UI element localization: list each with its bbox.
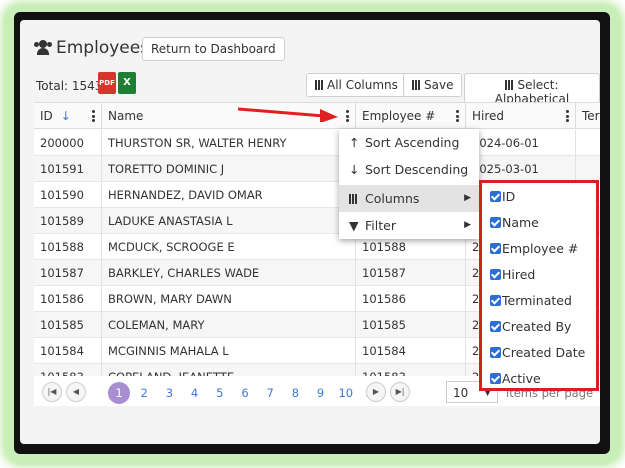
cell-id: 101586 — [34, 286, 102, 312]
cell-employee-number: 101585 — [356, 312, 466, 338]
column-toggle-label: Hired — [502, 267, 536, 282]
checkbox-checked-icon[interactable] — [490, 269, 501, 280]
cell-id: 101589 — [34, 208, 102, 234]
cell-hired: 2024-06-01 — [466, 130, 576, 156]
table-row[interactable]: 101591 TORETTO DOMINIC J 2025-03-01 — [34, 156, 600, 182]
column-toggle[interactable]: Terminated — [490, 293, 572, 308]
page-number[interactable]: 2 — [133, 382, 155, 404]
column-toggle-label: Employee # — [502, 241, 579, 256]
checkbox-checked-icon[interactable] — [490, 243, 501, 254]
column-toggle-label: Active — [502, 371, 541, 386]
all-columns-button[interactable]: All Columns — [306, 73, 407, 97]
column-toggle[interactable]: Employee # — [490, 241, 578, 256]
column-menu-icon[interactable] — [566, 110, 569, 122]
menu-item-sort-descending[interactable]: ↓ Sort Descending — [339, 156, 479, 183]
cell-name: TORETTO DOMINIC J — [102, 156, 356, 182]
page-title: Employees — [56, 38, 150, 58]
columns-icon — [505, 80, 514, 90]
column-header-id[interactable]: ID ↓ — [34, 103, 102, 129]
cell-name: BARKLEY, CHARLES WADE — [102, 260, 356, 286]
total-count: Total: 1543 — [36, 79, 103, 93]
export-excel-icon[interactable]: X — [118, 72, 136, 94]
cell-id: 101587 — [34, 260, 102, 286]
column-header-hired[interactable]: Hired — [466, 103, 576, 129]
filter-icon: ▼ — [349, 218, 359, 233]
users-icon — [34, 40, 52, 56]
column-chooser: ID Name Employee # Hired Terminated Created B… — [479, 180, 599, 391]
arrow-up-icon: ↑ — [349, 135, 360, 150]
menu-item-filter[interactable]: ▼ Filter ▶ — [339, 212, 479, 239]
checkbox-checked-icon[interactable] — [490, 347, 501, 358]
column-toggle[interactable]: ID — [490, 189, 515, 204]
cell-name: HERNANDEZ, DAVID OMAR — [102, 182, 356, 208]
page-number[interactable]: 4 — [184, 382, 206, 404]
cell-hired: 2025-03-01 — [466, 156, 576, 182]
cell-id: 101585 — [34, 312, 102, 338]
page-number[interactable]: 5 — [209, 382, 231, 404]
arrow-down-icon: ↓ — [349, 162, 360, 177]
next-page-icon[interactable]: ▶ — [366, 382, 386, 402]
checkbox-checked-icon[interactable] — [490, 295, 501, 306]
column-context-menu: ↑ Sort Ascending ↓ Sort Descending Columns… — [339, 129, 479, 239]
cell-employee-number: 101587 — [356, 260, 466, 286]
page-number[interactable]: 9 — [310, 382, 332, 404]
columns-icon — [349, 185, 363, 212]
cell-id: 200000 — [34, 130, 102, 156]
checkbox-checked-icon[interactable] — [490, 373, 501, 384]
last-page-icon[interactable]: ▶| — [390, 382, 410, 402]
cell-name: MCGINNIS MAHALA L — [102, 338, 356, 364]
save-button[interactable]: Save — [403, 73, 463, 97]
column-toggle-label: Name — [502, 215, 539, 230]
cell-name: MCDUCK, SCROOGE E — [102, 234, 356, 260]
cell-name: LADUKE ANASTASIA L — [102, 208, 356, 234]
column-header-employee-number[interactable]: Employee # — [356, 103, 466, 129]
chevron-right-icon: ▶ — [464, 220, 471, 230]
page-number[interactable]: 10 — [335, 382, 357, 404]
page-header: Employees — [34, 38, 149, 58]
cell-name: COLEMAN, MARY — [102, 312, 356, 338]
column-toggle-label: ID — [502, 189, 516, 204]
chevron-right-icon: ▶ — [464, 193, 471, 203]
cell-id: 101590 — [34, 182, 102, 208]
cell-employee-number: 101586 — [356, 286, 466, 312]
first-page-icon[interactable]: |◀ — [42, 382, 62, 402]
cell-name: THURSTON SR, WALTER HENRY — [102, 130, 356, 156]
page-number[interactable]: 7 — [259, 382, 281, 404]
return-to-dashboard-button[interactable]: Return to Dashboard — [142, 37, 285, 61]
columns-icon — [412, 80, 420, 90]
column-toggle-label: Created By — [502, 319, 572, 334]
cell-name: BROWN, MARY DAWN — [102, 286, 356, 312]
page-number[interactable]: 8 — [284, 382, 306, 404]
column-toggle[interactable]: Active — [490, 371, 541, 386]
cell-id: 101588 — [34, 234, 102, 260]
column-toggle-label: Created Date — [502, 345, 586, 360]
columns-icon — [315, 80, 323, 90]
column-menu-icon[interactable] — [92, 110, 95, 122]
page-number[interactable]: 3 — [158, 382, 180, 404]
sort-down-icon: ↓ — [60, 109, 71, 123]
menu-item-columns[interactable]: Columns ▶ — [339, 185, 479, 212]
column-toggle[interactable]: Created Date — [490, 345, 585, 360]
column-toggle[interactable]: Created By — [490, 319, 571, 334]
column-menu-icon[interactable] — [346, 110, 349, 122]
column-menu-icon[interactable] — [456, 110, 459, 122]
column-toggle-label: Terminated — [502, 293, 572, 308]
column-toggle[interactable]: Name — [490, 215, 539, 230]
red-pointer-arrow-icon — [238, 107, 338, 122]
checkbox-checked-icon[interactable] — [490, 191, 501, 202]
checkbox-checked-icon[interactable] — [490, 321, 501, 332]
previous-page-icon[interactable]: ◀ — [66, 382, 86, 402]
column-header-terminated[interactable]: Terr — [576, 103, 600, 129]
checkbox-checked-icon[interactable] — [490, 217, 501, 228]
page-number[interactable]: 1 — [108, 382, 130, 404]
cell-id: 101591 — [34, 156, 102, 182]
column-toggle[interactable]: Hired — [490, 267, 535, 282]
cell-id: 101584 — [34, 338, 102, 364]
export-pdf-icon[interactable]: PDF — [98, 72, 116, 94]
menu-item-sort-ascending[interactable]: ↑ Sort Ascending — [339, 129, 479, 156]
cell-employee-number: 101584 — [356, 338, 466, 364]
table-row[interactable]: 200000 THURSTON SR, WALTER HENRY 2024-06-0… — [34, 130, 600, 156]
page-number[interactable]: 6 — [234, 382, 256, 404]
